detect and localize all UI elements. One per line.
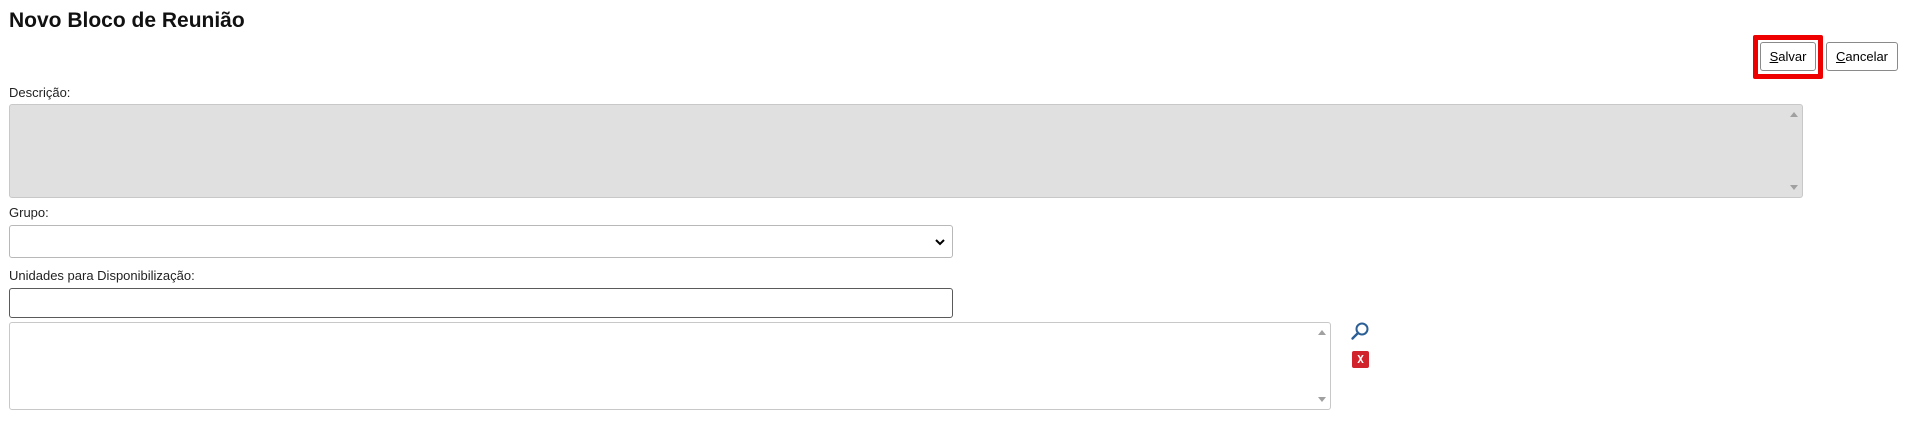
- unidades-scrollbar[interactable]: [1314, 323, 1330, 409]
- scroll-up-arrow-icon[interactable]: [1790, 112, 1798, 117]
- search-icon[interactable]: [1350, 321, 1370, 341]
- chevron-down-icon: [935, 239, 945, 246]
- unidades-selected-list[interactable]: [9, 322, 1331, 410]
- scroll-down-arrow-icon[interactable]: [1318, 397, 1326, 402]
- cancel-button[interactable]: Cancelar: [1826, 42, 1898, 71]
- scroll-up-arrow-icon[interactable]: [1318, 330, 1326, 335]
- cancel-button-label: ancelar: [1845, 49, 1889, 64]
- descricao-textarea[interactable]: [9, 104, 1803, 198]
- cancel-button-accesskey: C: [1835, 49, 1846, 64]
- descricao-scrollbar[interactable]: [1786, 105, 1802, 197]
- unidades-input[interactable]: [9, 288, 953, 318]
- page-title: Novo Bloco de Reunião: [9, 9, 245, 32]
- save-button-label: alvar: [1778, 49, 1807, 64]
- remove-icon[interactable]: X: [1352, 351, 1369, 368]
- save-button-accesskey: S: [1769, 49, 1779, 64]
- save-button[interactable]: Salvar: [1760, 42, 1816, 71]
- unidades-label: Unidades para Disponibilização:: [9, 268, 195, 283]
- page: Novo Bloco de Reunião Salvar Cancelar De…: [0, 0, 1906, 425]
- scroll-down-arrow-icon[interactable]: [1790, 185, 1798, 190]
- descricao-label: Descrição:: [9, 85, 71, 100]
- grupo-select[interactable]: [9, 225, 953, 258]
- grupo-label: Grupo:: [9, 205, 49, 220]
